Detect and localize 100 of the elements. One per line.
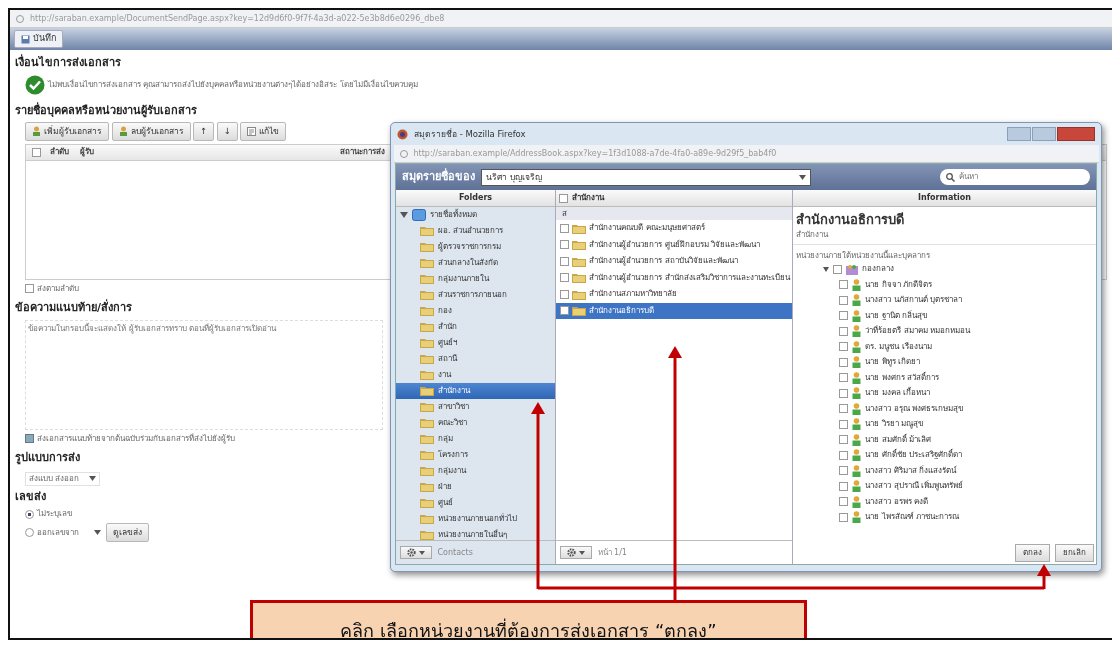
checkbox-label: ส่งเอกสารแนบท้ายจากต้นฉบับร่วมกับเอกสารที่ส่งไปยังผู้รับ	[36, 432, 235, 445]
list-item[interactable]: สำนักงานผู้อำนวยการ สำนักส่งเสริมวิชาการและงานทะเบียน	[556, 269, 792, 286]
tree-checkbox[interactable]	[839, 450, 848, 460]
view-number-button[interactable]: ดูเลขส่ง	[105, 523, 149, 542]
list-item[interactable]: สำนักงานอธิการบดี	[556, 302, 792, 319]
tree-item[interactable]: นาย ศักดิ์ชัย ประเสริฐศักดิ์ดา	[793, 447, 1096, 463]
tree-item[interactable]: กองกลาง	[793, 261, 1096, 277]
radio-button[interactable]	[25, 528, 34, 538]
check-icon	[25, 74, 45, 95]
select-all-checkbox[interactable]	[558, 193, 568, 203]
folder-item[interactable]: หน่วยงานภายนอกทั่วไป	[396, 510, 555, 527]
folder-item[interactable]: กอง	[396, 302, 555, 319]
folder-item[interactable]: สถานี	[396, 350, 555, 367]
folder-item[interactable]: สาขาวิชา	[396, 398, 555, 415]
maximize-button[interactable]	[1032, 127, 1056, 141]
folder-item[interactable]: งาน	[396, 366, 555, 383]
section-heading: รายชื่อบุคคลหรือหน่วยงานผู้รับเอกสาร	[15, 102, 197, 119]
tree-checkbox[interactable]	[839, 326, 848, 336]
tree-checkbox[interactable]	[839, 295, 848, 305]
send-mode-select[interactable]: ส่งแบบ ส่งออก	[25, 471, 100, 486]
add-recipient-button[interactable]: เพิ่มผู้รับเอกสาร	[25, 122, 109, 141]
note-field[interactable]: ข้อความในกรอบนี้จะแสดงให้ ผู้รับเอกสารทราบ ตอนที่ผู้รับเอกสารเปิดอ่าน	[25, 319, 383, 430]
tree-checkbox[interactable]	[833, 264, 842, 274]
list-item[interactable]: สำนักงานสภามหาวิทยาลัย	[556, 286, 792, 303]
folder-item[interactable]: โครงการ	[396, 446, 555, 463]
folder-item[interactable]: สำนัก	[396, 318, 555, 335]
info-icon	[16, 14, 24, 23]
address-text: http://saraban.example/AddressBook.aspx?key=1f3d1088-a7de-4fa0-a89e-9d29f5_bab4f0	[413, 147, 777, 160]
tree-checkbox[interactable]	[839, 435, 848, 445]
radio-button[interactable]	[25, 509, 34, 519]
tree-checkbox[interactable]	[839, 404, 848, 414]
list-item[interactable]: สำนักงานผู้อำนวยการ ศูนย์ฝึกอบรม วิจัยและพัฒนา	[556, 236, 792, 253]
tree-checkbox[interactable]	[839, 466, 848, 476]
close-button[interactable]	[1057, 127, 1095, 141]
tree-item[interactable]: นาย มงคล เกื้อหนา	[793, 385, 1096, 401]
save-button[interactable]: บันทึก	[14, 30, 63, 48]
list-item[interactable]: สำนักงานผู้อำนวยการ สถาบันวิจัยและพัฒนา	[556, 253, 792, 270]
number-source-select[interactable]: ออกเลขจาก	[36, 526, 101, 539]
tree-checkbox[interactable]	[839, 512, 848, 522]
tree-checkbox[interactable]	[839, 280, 848, 290]
minimize-button[interactable]	[1007, 127, 1031, 141]
folder-icon	[420, 369, 434, 381]
person-icon	[852, 294, 861, 307]
annotation-arrow	[1037, 564, 1051, 589]
tree-item[interactable]: นาย พิทูร เกิดยา	[793, 354, 1096, 370]
folder-item[interactable]: ส่วนกลางในสังกัด	[396, 254, 555, 271]
settings-button[interactable]	[560, 546, 592, 559]
tree-checkbox[interactable]	[839, 311, 848, 321]
folder-item[interactable]: กลุ่ม	[396, 430, 555, 447]
tree-item[interactable]: นางสาว นภัสกานต์ บุตรชาลา	[793, 292, 1096, 308]
folder-item[interactable]: ผอ. ส่วนอำนวยการ	[396, 222, 555, 239]
tree-checkbox[interactable]	[839, 342, 848, 352]
search-box[interactable]: ค้นหา	[940, 169, 1090, 185]
folder-item[interactable]: กลุ่มงาน	[396, 462, 555, 479]
tree-checkbox[interactable]	[839, 388, 848, 398]
folder-item[interactable]: ส่วนราชการภายนอก	[396, 286, 555, 303]
tree-checkbox[interactable]	[839, 497, 848, 507]
folder-icon	[420, 289, 434, 301]
tree-item[interactable]: นาย วิรยา มณูสุข	[793, 416, 1096, 432]
tree-item[interactable]: นางสาว สุปราณี เพิ่มพูนทรัพย์	[793, 478, 1096, 494]
tree-checkbox[interactable]	[839, 373, 848, 383]
tree-item[interactable]: นาย ฐานิต กลิ่นสุข	[793, 308, 1096, 324]
owner-select[interactable]: นริศา บุญเจริญ	[481, 168, 811, 186]
folder-item[interactable]: รายชื่อทั้งหมด	[396, 206, 555, 223]
folder-item[interactable]: คณะวิชา	[396, 414, 555, 431]
move-up-button[interactable]: ↑	[193, 122, 215, 141]
folder-icon	[420, 417, 434, 429]
folder-icon	[420, 497, 434, 509]
tree-item[interactable]: นางสาว อรุณ พงศธรเกษมสุข	[793, 401, 1096, 417]
folder-item[interactable]: ศูนย์ฯ	[396, 334, 555, 351]
tree-item[interactable]: ว่าที่ร้อยตรี สมาคม หมอกหมอน	[793, 323, 1096, 339]
settings-button[interactable]	[400, 546, 432, 560]
move-down-button[interactable]: ↓	[216, 122, 238, 141]
folder-item[interactable]: กลุ่มงานภายใน	[396, 270, 555, 287]
tree-item[interactable]: ดร. มนูชน เรืองนาม	[793, 339, 1096, 355]
dialog-button[interactable]: ตกลง	[1014, 543, 1050, 562]
folder-item[interactable]: ศูนย์	[396, 494, 555, 511]
list-item[interactable]: สำนักงานคณบดี คณะมนุษยศาสตร์	[556, 220, 792, 237]
dialog-button[interactable]: ยกเลิก	[1054, 543, 1094, 562]
folder-item[interactable]: สำนักงาน	[396, 382, 555, 399]
tree-checkbox[interactable]	[839, 419, 848, 429]
folder-item[interactable]: หน่วยงานภายในอื่นๆ	[396, 526, 555, 541]
person-icon	[852, 449, 861, 462]
tree-item[interactable]: นาย ไพรสัณฑ์ ภาชนะการณ	[793, 509, 1096, 525]
folder-icon	[572, 288, 586, 300]
tree-item[interactable]: นางสาว อรพร คงดี	[793, 494, 1096, 510]
send-in-order-checkbox[interactable]	[25, 284, 34, 294]
attach-checkbox[interactable]	[25, 434, 34, 444]
tree-item[interactable]: นาย พงศกร สวัสดิ์การ	[793, 370, 1096, 386]
edit-button[interactable]: แก้ไข	[240, 122, 287, 141]
tree-item[interactable]: นาย กิจจา ภักดีจิตร	[793, 277, 1096, 293]
tree-item[interactable]: นางสาว ศิริมาส กิ่งแสงรัตน์	[793, 463, 1096, 479]
tree-checkbox[interactable]	[839, 481, 848, 491]
checkbox-label: ส่งตามลำดับ	[36, 282, 79, 295]
folder-item[interactable]: ฝ่าย	[396, 478, 555, 495]
select-all-checkbox[interactable]	[32, 147, 41, 157]
tree-item[interactable]: นาย สมศักดิ์ ม้าเลิศ	[793, 432, 1096, 448]
remove-recipient-button[interactable]: ลบผู้รับเอกสาร	[111, 122, 191, 141]
tree-checkbox[interactable]	[839, 357, 848, 367]
folder-item[interactable]: ผู้ตรวจราชการกรม	[396, 238, 555, 255]
